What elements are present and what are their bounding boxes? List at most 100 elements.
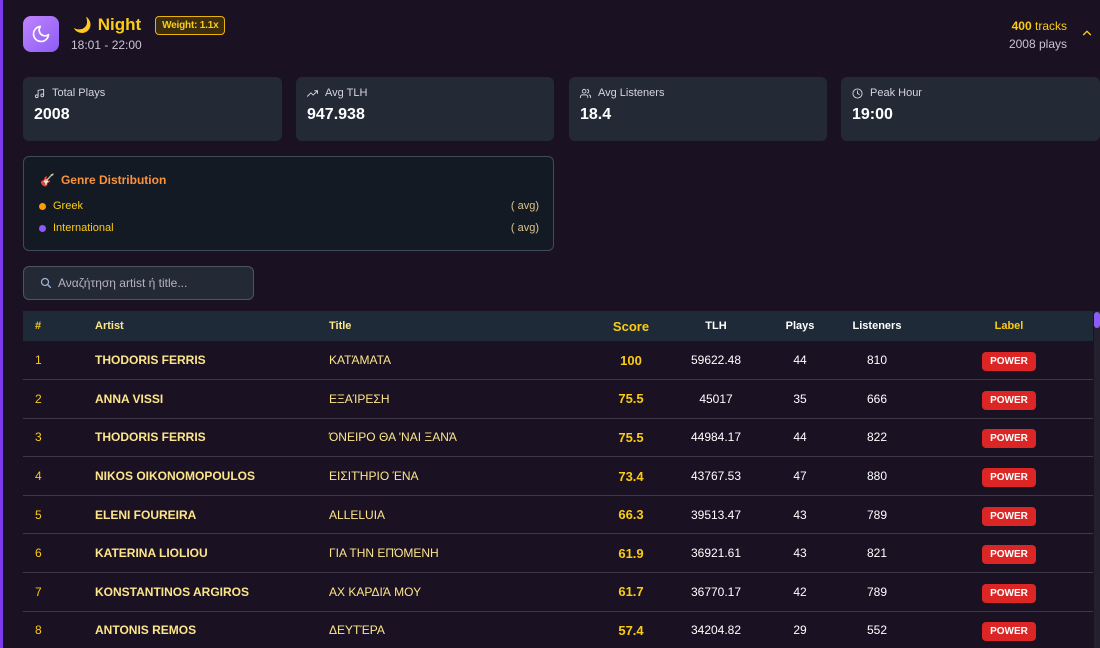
table-row[interactable]: 3 THODORIS FERRIS ΌΝΕΙΡΟ ΘΑ 'ΝΑΙ ΞΑΝΆ 75… [23, 418, 1093, 457]
table-row[interactable]: 6 KATERINA LIOLIOU ΓΙΑ ΤΗΝ ΕΠΌΜΕΝΗ 61.9 … [23, 534, 1093, 573]
genre-item-greek: Greek ( avg) [39, 200, 539, 212]
stat-label: Avg Listeners [598, 87, 665, 99]
cell-rank: 6 [35, 546, 42, 561]
time-range: 18:01 - 22:00 [71, 38, 142, 52]
genre-dot [39, 202, 46, 210]
cell-artist: KATERINA LIOLIOU [95, 546, 208, 561]
genre-value: ( avg) [510, 222, 539, 234]
period-summary: 400 tracks 2008 plays [1009, 17, 1067, 53]
stat-value: 947.938 [307, 106, 365, 123]
genre-dot [39, 224, 46, 232]
cell-listeners: 880 [866, 469, 888, 484]
search-icon [40, 277, 52, 289]
cell-plays: 47 [793, 469, 807, 484]
genre-title: Genre Distribution [60, 173, 167, 187]
tracks-table: # Artist Title Score TLH Plays Listeners… [23, 311, 1093, 648]
table-header-row: # Artist Title Score TLH Plays Listeners… [23, 311, 1093, 341]
table-row[interactable]: 1 THODORIS FERRIS ΚΑΤΆΜΑΤΑ 100 59622.48 … [23, 341, 1093, 380]
cell-plays: 43 [793, 507, 807, 522]
cell-tlh: 34204.82 [690, 623, 742, 638]
cell-listeners: 666 [866, 391, 888, 406]
chevron-up-icon[interactable] [1080, 26, 1094, 40]
cell-title: ΚΑΤΆΜΑΤΑ [329, 353, 392, 368]
genre-name: International [53, 222, 114, 234]
column-header-score[interactable]: Score [601, 311, 661, 341]
cell-rank: 1 [35, 353, 42, 368]
cell-tlh: 36921.61 [690, 546, 742, 561]
tracks-word: tracks [1034, 19, 1067, 33]
cell-rank: 3 [35, 430, 42, 445]
power-badge: POWER [982, 583, 1036, 603]
table-row[interactable]: 4 NIKOS OIKONOMOPOULOS ΕΙΣΙΤΉΡΙΟ ΈΝΑ 73.… [23, 457, 1093, 496]
table-row[interactable]: 8 ANTONIS REMOS ΔΕΥΤΈΡΑ 57.4 34204.82 29… [23, 611, 1093, 648]
scrollbar-thumb[interactable] [1094, 312, 1100, 328]
stat-card-avg-listeners: Avg Listeners 18.4 [569, 77, 827, 141]
stat-value: 2008 [34, 106, 70, 123]
cell-title: ΔΕΥΤΈΡΑ [329, 623, 385, 638]
moon-icon [23, 16, 59, 52]
power-badge: POWER [982, 506, 1036, 526]
stat-value: 18.4 [580, 106, 612, 123]
cell-tlh: 44984.17 [690, 430, 742, 445]
stat-label: Avg TLH [325, 87, 368, 99]
search-box[interactable] [23, 266, 254, 300]
cell-score: 66.3 [618, 507, 644, 523]
cell-rank: 8 [35, 623, 42, 638]
cell-score: 61.7 [618, 584, 644, 600]
left-accent-bar [0, 0, 3, 648]
table-row[interactable]: 2 ANNA VISSI ΕΞΑΊΡΕΣΗ 75.5 45017 35 666 … [23, 380, 1093, 419]
cell-plays: 44 [793, 353, 807, 368]
cell-plays: 29 [793, 623, 807, 638]
power-badge: POWER [982, 429, 1036, 449]
cell-rank: 2 [35, 391, 42, 406]
cell-artist: THODORIS FERRIS [95, 430, 206, 445]
cell-title: ΕΙΣΙΤΉΡΙΟ ΈΝΑ [329, 469, 419, 484]
cell-score: 100 [620, 352, 642, 368]
column-header-plays[interactable]: Plays [771, 311, 829, 341]
cell-artist: ANTONIS REMOS [95, 623, 197, 638]
cell-listeners: 552 [866, 623, 888, 638]
cell-plays: 43 [793, 546, 807, 561]
scrollbar-track[interactable] [1094, 311, 1100, 648]
genre-distribution-panel: 🎸 Genre Distribution Greek ( avg) Intern… [23, 156, 554, 251]
power-badge: POWER [982, 545, 1036, 565]
column-header-listeners[interactable]: Listeners [829, 311, 925, 341]
cell-tlh: 39513.47 [690, 507, 742, 522]
stat-value: 19:00 [852, 106, 893, 123]
music-note-icon [34, 88, 45, 98]
cell-tlh: 45017 [699, 391, 733, 406]
cell-title: ALLELUIA [329, 507, 386, 522]
cell-score: 75.5 [618, 429, 644, 445]
cell-title: ΓΙΑ ΤΗΝ ΕΠΌΜΕΝΗ [329, 546, 439, 561]
stat-card-avg-tlh: Avg TLH 947.938 [296, 77, 554, 141]
cell-tlh: 43767.53 [690, 469, 742, 484]
table-row[interactable]: 7 KONSTANTINOS ARGIROS ΑΧ ΚΑΡΔΙΆ ΜΟΥ 61.… [23, 573, 1093, 612]
cell-plays: 35 [793, 391, 807, 406]
column-header-rank[interactable]: # [23, 311, 95, 341]
genre-item-international: International ( avg) [39, 222, 539, 234]
table-row[interactable]: 5 ELENI FOUREIRA ALLELUIA 66.3 39513.47 … [23, 495, 1093, 534]
cell-listeners: 810 [866, 353, 888, 368]
column-header-tlh[interactable]: TLH [661, 311, 771, 341]
plays-summary: 2008 plays [1008, 37, 1067, 51]
cell-artist: NIKOS OIKONOMOPOULOS [95, 469, 256, 484]
stat-card-peak-hour: Peak Hour 19:00 [841, 77, 1100, 141]
period-header[interactable]: 🌙 Night Weight: 1.1x 18:01 - 22:00 400 t… [23, 14, 1100, 62]
cell-rank: 4 [35, 469, 42, 484]
weight-badge: Weight: 1.1x [155, 15, 226, 35]
column-header-label[interactable]: Label [925, 311, 1093, 341]
cell-rank: 5 [35, 507, 42, 522]
cell-artist: ANNA VISSI [95, 391, 164, 406]
column-header-artist[interactable]: Artist [95, 311, 329, 341]
cell-tlh: 59622.48 [690, 353, 742, 368]
cell-title: ΌΝΕΙΡΟ ΘΑ 'ΝΑΙ ΞΑΝΆ [329, 430, 457, 445]
crescent-moon-emoji: 🌙 [73, 17, 92, 34]
cell-artist: ELENI FOUREIRA [95, 507, 197, 522]
stat-label: Peak Hour [870, 87, 922, 99]
column-header-title[interactable]: Title [329, 311, 601, 341]
users-icon [580, 88, 591, 98]
cell-score: 57.4 [618, 622, 644, 638]
search-input[interactable] [58, 276, 248, 290]
guitar-icon: 🎸 [40, 173, 55, 187]
cell-plays: 44 [793, 430, 807, 445]
